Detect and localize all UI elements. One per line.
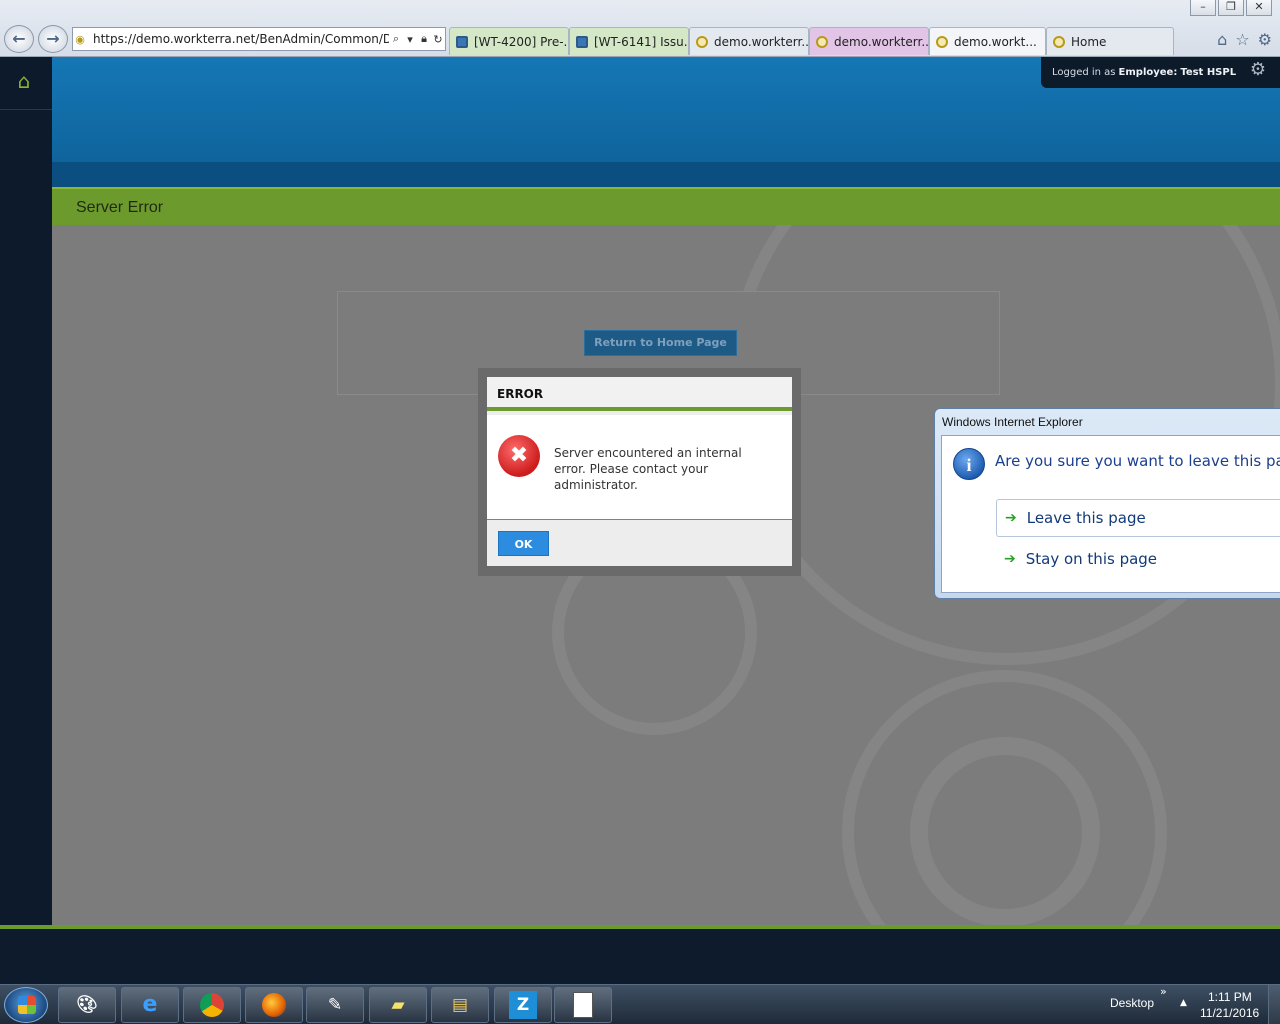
decorative-ring: [910, 737, 1100, 925]
site-icon: [936, 35, 948, 48]
show-desktop-button[interactable]: [1268, 985, 1280, 1024]
clock-time[interactable]: 1:11 PM: [1208, 990, 1252, 1004]
tab-wt-6141[interactable]: [WT-6141] Issu...: [569, 27, 689, 55]
lock-icon: 🔒︎: [421, 32, 427, 45]
tab-label: Home: [1071, 34, 1107, 49]
address-url: https://demo.workterra.net/BenAdmin/Comm…: [93, 32, 389, 46]
site-icon: [816, 35, 828, 48]
browser-toolbar-right: ⌂ ☆ ⚙: [1217, 30, 1272, 49]
tab-label: [WT-4200] Pre-...: [474, 34, 569, 49]
error-modal-title: ERROR: [487, 377, 792, 411]
tab-label: demo.workterr...: [834, 34, 929, 49]
back-button[interactable]: ←: [4, 25, 34, 53]
favorites-star-icon[interactable]: ☆: [1235, 30, 1249, 49]
site-icon: [1053, 35, 1065, 48]
error-x-icon: ✖: [498, 435, 540, 477]
ok-button[interactable]: OK: [498, 531, 549, 556]
desktop-toolbar-label[interactable]: Desktop: [1110, 996, 1154, 1010]
restore-button[interactable]: ❐: [1218, 0, 1244, 16]
tray-expand-icon[interactable]: ▲: [1180, 998, 1187, 1008]
tab-label: demo.workterr...: [714, 34, 809, 49]
side-navigation: ⌂: [0, 57, 52, 927]
stay-on-page-button[interactable]: ➔ Stay on this page: [996, 540, 1280, 578]
address-bar[interactable]: ◉ https://demo.workterra.net/BenAdmin/Co…: [72, 27, 446, 51]
search-icon[interactable]: ⌕: [389, 32, 403, 46]
tab-demo-active[interactable]: demo.workt... ×: [929, 27, 1046, 55]
dialog-body: i Are you sure you want to leave this pa…: [941, 435, 1280, 593]
logged-in-label: Logged in as: [1052, 67, 1116, 78]
error-modal: ERROR ✖ Server encountered an internal e…: [487, 377, 792, 566]
document-icon[interactable]: [554, 987, 612, 1023]
paint-icon[interactable]: 🎨︎: [58, 987, 116, 1023]
user-role: Employee:: [1118, 67, 1178, 78]
page-footer: [0, 929, 1280, 984]
dropdown-icon[interactable]: ▾: [403, 33, 417, 46]
file-explorer-icon[interactable]: ▤: [431, 987, 489, 1023]
user-bar: Logged in as Employee: Test HSPL ⚙: [1041, 57, 1280, 88]
windows-logo-icon: [18, 996, 36, 1014]
home-icon[interactable]: ⌂: [12, 69, 36, 93]
site-icon: [696, 35, 708, 48]
tab-strip: [WT-4200] Pre-... [WT-6141] Issu... demo…: [449, 27, 1174, 55]
stay-page-label: Stay on this page: [1025, 550, 1158, 568]
toolbar-chevron-icon[interactable]: »: [1160, 985, 1167, 998]
tab-demo-1[interactable]: demo.workterr...: [689, 27, 809, 55]
leave-page-label: Leave this page: [1026, 509, 1146, 527]
tab-label: demo.workt...: [954, 34, 1037, 49]
error-message: Server encountered an internal error. Pl…: [554, 446, 742, 492]
tab-demo-2[interactable]: demo.workterr...: [809, 27, 929, 55]
close-window-button[interactable]: ✕: [1246, 0, 1272, 16]
zoom-z-icon[interactable]: Z: [494, 987, 552, 1023]
user-name: Test HSPL: [1180, 67, 1237, 78]
banner-strip: [52, 162, 1280, 187]
divider: [0, 109, 52, 110]
dialog-title: Windows Internet Explorer: [942, 415, 1083, 429]
jira-icon: [576, 35, 588, 48]
ie-leave-page-dialog: Windows Internet Explorer i Are you sure…: [934, 408, 1280, 599]
dialog-question: Are you sure you want to leave this page…: [995, 452, 1280, 470]
settings-gear-icon[interactable]: ⚙: [1250, 59, 1266, 80]
forward-button[interactable]: →: [38, 25, 68, 53]
green-arrow-icon: ➔: [1004, 551, 1016, 567]
tab-wt-4200[interactable]: [WT-4200] Pre-...: [449, 27, 569, 55]
notepad-icon[interactable]: ✎: [306, 987, 364, 1023]
certificate-icon: ◉: [75, 32, 85, 46]
sticky-notes-icon[interactable]: ▰: [369, 987, 427, 1023]
page-title-bar: Server Error: [52, 187, 1280, 225]
refresh-icon[interactable]: ↻: [431, 33, 445, 46]
return-home-button[interactable]: Return to Home Page: [584, 330, 737, 356]
minimize-button[interactable]: –: [1190, 0, 1216, 16]
windows-taskbar: 🎨︎ e ✎ ▰ ▤ Z Desktop » ▲ 1:11 PM 11/21/2…: [0, 984, 1280, 1024]
tab-label: [WT-6141] Issu...: [594, 34, 689, 49]
clock-date[interactable]: 11/21/2016: [1200, 1006, 1259, 1020]
tab-home[interactable]: Home: [1046, 27, 1174, 55]
leave-page-button[interactable]: ➔ Leave this page: [996, 499, 1280, 537]
page-title: Server Error: [76, 199, 164, 216]
zoom-letter: Z: [509, 991, 537, 1019]
start-button[interactable]: [4, 987, 48, 1023]
internet-explorer-icon[interactable]: e: [121, 987, 179, 1023]
chrome-icon[interactable]: [183, 987, 241, 1023]
window-controls: – ❐ ✕: [1190, 0, 1272, 16]
jira-icon: [456, 35, 468, 48]
browser-chrome: – ❐ ✕ ← → ◉ https://demo.workterra.net/B…: [0, 0, 1280, 57]
home-page-icon[interactable]: ⌂: [1217, 30, 1227, 49]
error-modal-body: ✖ Server encountered an internal error. …: [487, 415, 792, 520]
firefox-icon[interactable]: [245, 987, 303, 1023]
info-icon: i: [953, 448, 985, 480]
green-arrow-icon: ➔: [1005, 510, 1017, 526]
tools-gear-icon[interactable]: ⚙: [1258, 30, 1272, 49]
